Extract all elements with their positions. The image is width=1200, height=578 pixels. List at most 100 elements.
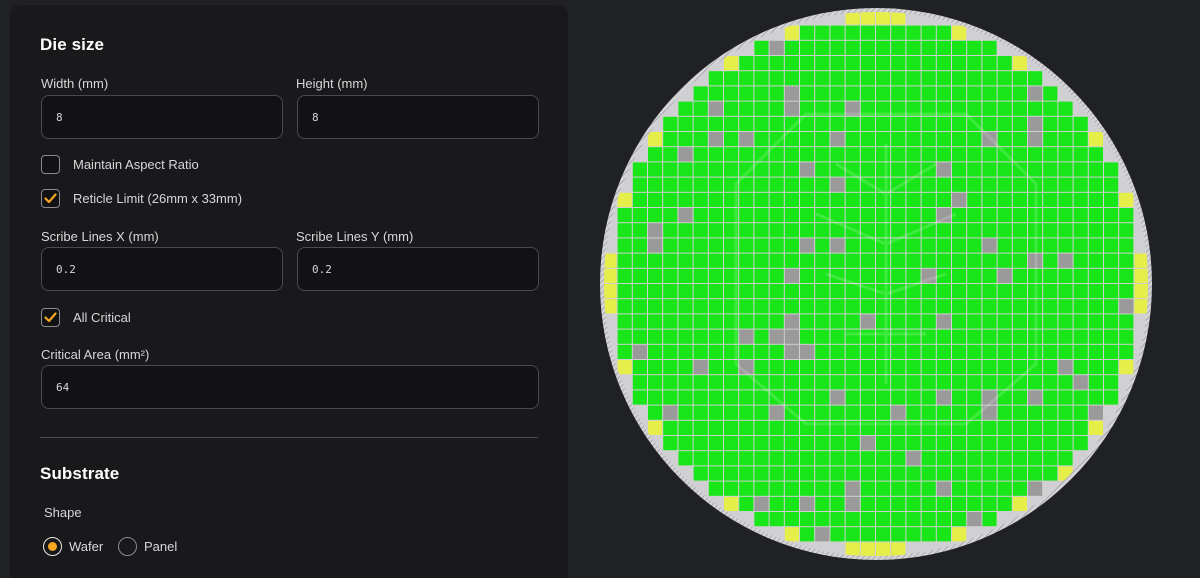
die-cell[interactable] [617, 238, 632, 253]
die-cell[interactable] [921, 25, 936, 40]
die-cell[interactable] [1088, 177, 1103, 192]
die-cell[interactable] [1088, 268, 1103, 283]
die-cell[interactable] [800, 56, 815, 71]
die-cell[interactable] [952, 253, 967, 268]
die-cell[interactable] [967, 208, 982, 223]
die-cell[interactable] [1088, 162, 1103, 177]
die-cell[interactable] [800, 375, 815, 390]
die-cell[interactable] [906, 451, 921, 466]
die-cell[interactable] [936, 71, 951, 86]
die-cell[interactable] [830, 436, 845, 451]
die-cell[interactable] [1119, 253, 1134, 268]
die-cell[interactable] [632, 390, 647, 405]
die-cell[interactable] [967, 253, 982, 268]
die-cell[interactable] [921, 192, 936, 207]
die-cell[interactable] [784, 314, 799, 329]
die-cell[interactable] [906, 496, 921, 511]
die-cell[interactable] [967, 390, 982, 405]
die-cell[interactable] [1104, 314, 1119, 329]
die-cell[interactable] [1073, 299, 1088, 314]
die-cell[interactable] [982, 420, 997, 435]
die-cell[interactable] [815, 132, 830, 147]
die-cell[interactable] [997, 208, 1012, 223]
die-cell[interactable] [724, 101, 739, 116]
die-cell[interactable] [739, 147, 754, 162]
die-cell[interactable] [754, 238, 769, 253]
die-cell[interactable] [936, 375, 951, 390]
die-cell[interactable] [860, 192, 875, 207]
die-cell[interactable] [982, 268, 997, 283]
die-cell[interactable] [815, 360, 830, 375]
all-critical-checkbox[interactable] [41, 308, 60, 327]
die-cell[interactable] [754, 344, 769, 359]
die-cell[interactable] [1104, 284, 1119, 299]
die-cell[interactable] [952, 314, 967, 329]
die-cell[interactable] [769, 405, 784, 420]
die-cell[interactable] [1073, 177, 1088, 192]
die-cell[interactable] [754, 314, 769, 329]
die-cell[interactable] [663, 132, 678, 147]
die-cell[interactable] [1043, 238, 1058, 253]
die-cell[interactable] [708, 299, 723, 314]
die-cell[interactable] [830, 481, 845, 496]
die-cell[interactable] [602, 268, 617, 283]
die-cell[interactable] [815, 86, 830, 101]
die-cell[interactable] [663, 177, 678, 192]
die-cell[interactable] [1028, 147, 1043, 162]
die-cell[interactable] [1058, 314, 1073, 329]
die-cell[interactable] [800, 253, 815, 268]
critical-area-input[interactable]: 64 [41, 365, 539, 409]
die-cell[interactable] [921, 177, 936, 192]
die-cell[interactable] [982, 147, 997, 162]
die-cell[interactable] [784, 329, 799, 344]
die-cell[interactable] [617, 360, 632, 375]
die-cell[interactable] [800, 344, 815, 359]
die-cell[interactable] [769, 481, 784, 496]
die-cell[interactable] [1043, 101, 1058, 116]
die-cell[interactable] [724, 451, 739, 466]
die-cell[interactable] [1012, 238, 1027, 253]
die-cell[interactable] [724, 420, 739, 435]
die-cell[interactable] [891, 481, 906, 496]
die-cell[interactable] [997, 420, 1012, 435]
die-cell[interactable] [906, 299, 921, 314]
die-cell[interactable] [632, 329, 647, 344]
die-cell[interactable] [1043, 360, 1058, 375]
die-cell[interactable] [784, 25, 799, 40]
die-cell[interactable] [648, 238, 663, 253]
die-cell[interactable] [997, 496, 1012, 511]
die-cell[interactable] [800, 451, 815, 466]
die-cell[interactable] [708, 344, 723, 359]
die-cell[interactable] [952, 268, 967, 283]
die-cell[interactable] [693, 314, 708, 329]
die-cell[interactable] [891, 268, 906, 283]
die-cell[interactable] [876, 56, 891, 71]
die-cell[interactable] [648, 223, 663, 238]
die-cell[interactable] [891, 132, 906, 147]
die-cell[interactable] [997, 177, 1012, 192]
die-cell[interactable] [997, 56, 1012, 71]
die-cell[interactable] [982, 344, 997, 359]
die-cell[interactable] [1058, 329, 1073, 344]
die-cell[interactable] [936, 466, 951, 481]
die-cell[interactable] [739, 329, 754, 344]
die-cell[interactable] [739, 436, 754, 451]
die-cell[interactable] [1134, 284, 1148, 299]
die-cell[interactable] [1043, 268, 1058, 283]
die-cell[interactable] [1119, 329, 1134, 344]
die-cell[interactable] [663, 268, 678, 283]
die-cell[interactable] [724, 71, 739, 86]
die-cell[interactable] [845, 147, 860, 162]
die-cell[interactable] [632, 192, 647, 207]
die-cell[interactable] [876, 132, 891, 147]
die-cell[interactable] [754, 299, 769, 314]
die-cell[interactable] [754, 132, 769, 147]
die-cell[interactable] [997, 436, 1012, 451]
die-cell[interactable] [876, 40, 891, 55]
die-cell[interactable] [648, 284, 663, 299]
die-cell[interactable] [708, 147, 723, 162]
all-critical-row[interactable]: All Critical [41, 308, 131, 327]
die-cell[interactable] [632, 360, 647, 375]
die-cell[interactable] [708, 375, 723, 390]
die-cell[interactable] [921, 40, 936, 55]
